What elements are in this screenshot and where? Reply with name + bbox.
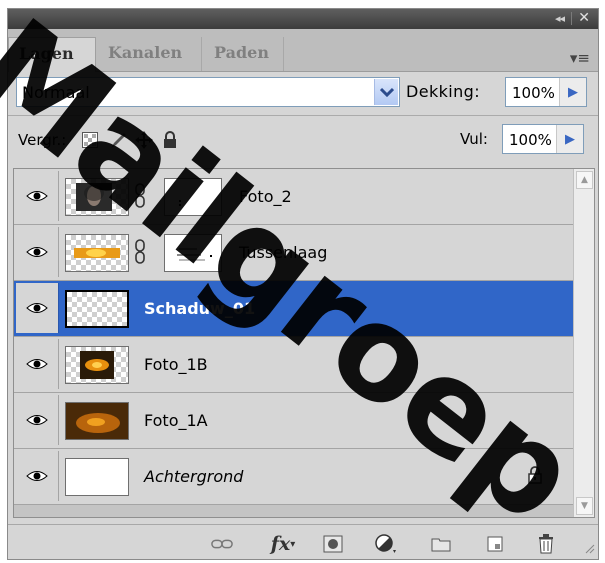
layer-thumbnail (65, 290, 129, 328)
link-layers-icon[interactable] (211, 534, 233, 554)
layer-list: Foto_2 Tussenlaag Schaduw_01 Foto_1B Fot… (13, 168, 595, 518)
mask-link-icon[interactable] (134, 183, 146, 213)
divider (8, 115, 598, 116)
fill-slider-arrow-icon[interactable]: ▶ (556, 125, 583, 153)
lock-transparent-icon[interactable] (80, 130, 100, 150)
tab-bar: Lagen Kanalen Paden ▾≡ (8, 29, 598, 72)
blend-mode-value: Normaal (22, 83, 90, 102)
layer-row-foto-1a[interactable]: Foto_1A (14, 393, 575, 449)
layer-name: Tussenlaag (239, 243, 328, 262)
layer-name: Schaduw_01 (144, 299, 256, 318)
blend-mode-select[interactable]: Normaal (16, 77, 400, 107)
fill-label: Vul: (460, 130, 488, 148)
layer-locked-icon (528, 466, 542, 488)
visibility-eye-icon[interactable] (16, 283, 59, 333)
visibility-eye-icon[interactable] (16, 339, 59, 389)
opacity-value: 100% (512, 84, 555, 102)
collapse-icon[interactable]: ◂◂ (555, 12, 565, 25)
resize-grip-icon[interactable] (585, 539, 595, 558)
fx-icon[interactable]: fx ▾ (266, 533, 300, 555)
layer-row-schaduw-01[interactable]: Schaduw_01 (14, 281, 575, 337)
lock-label: Vergr.: (18, 131, 67, 149)
scroll-down-icon[interactable]: ▼ (576, 497, 593, 515)
layer-row-achtergrond[interactable]: Achtergrond (14, 449, 575, 505)
layer-row-tussenlaag[interactable]: Tussenlaag (14, 225, 575, 281)
layer-thumbnail (65, 458, 129, 496)
add-mask-icon[interactable] (322, 534, 344, 554)
blend-row: Normaal Dekking: 100% ▶ (8, 72, 598, 112)
visibility-eye-icon[interactable] (16, 451, 59, 501)
opacity-label: Dekking: (406, 82, 481, 101)
layer-name: Foto_1A (144, 411, 208, 430)
visibility-eye-icon[interactable] (16, 227, 59, 277)
layer-thumbnail (65, 346, 129, 384)
layer-mask-thumbnail[interactable] (164, 234, 222, 272)
chevron-down-icon[interactable] (374, 79, 398, 105)
lock-all-icon[interactable] (160, 130, 180, 150)
tab-kanalen[interactable]: Kanalen (98, 37, 202, 71)
layer-thumbnail (65, 234, 129, 272)
panel-titlebar: ◂◂ ✕ (8, 9, 598, 29)
new-group-icon[interactable] (430, 534, 452, 554)
visibility-eye-icon[interactable] (16, 395, 59, 445)
layer-row-foto-1b[interactable]: Foto_1B (14, 337, 575, 393)
mask-link-icon[interactable] (134, 239, 146, 269)
layer-name: Foto_1B (144, 355, 208, 374)
layer-thumbnail (65, 402, 129, 440)
close-icon[interactable]: ✕ (578, 10, 590, 26)
lock-row: Vergr.: Vul: 100% ▶ (8, 119, 598, 159)
tab-paden[interactable]: Paden (204, 37, 284, 71)
tab-lagen[interactable]: Lagen (8, 37, 96, 72)
fill-field[interactable]: 100% ▶ (502, 124, 584, 154)
lock-brush-icon[interactable] (108, 130, 128, 150)
lock-move-icon[interactable] (134, 130, 154, 150)
layer-thumbnail (65, 178, 129, 216)
layer-mask-thumbnail[interactable] (164, 178, 222, 216)
opacity-field[interactable]: 100% ▶ (505, 77, 587, 107)
layer-name: Achtergrond (144, 467, 244, 486)
panel-footer: fx ▾ (8, 524, 598, 559)
layer-list-scrollbar[interactable]: ▲ ▼ (573, 169, 594, 517)
layer-name: Foto_2 (239, 187, 292, 206)
fill-value: 100% (509, 131, 552, 149)
titlebar-divider (571, 12, 572, 25)
scroll-up-icon[interactable]: ▲ (576, 171, 593, 189)
delete-layer-icon[interactable] (535, 534, 557, 554)
visibility-eye-icon[interactable] (16, 171, 59, 221)
layer-row-foto-2[interactable]: Foto_2 (14, 169, 575, 225)
new-layer-icon[interactable] (484, 534, 506, 554)
adjustment-layer-icon[interactable] (375, 534, 397, 554)
panel-menu-icon[interactable]: ▾≡ (570, 49, 590, 67)
fx-dropdown-mark: ▾ (290, 538, 296, 550)
layers-panel: ◂◂ ✕ Lagen Kanalen Paden ▾≡ Normaal Dekk… (7, 8, 599, 560)
fx-label: fx (270, 533, 291, 555)
opacity-slider-arrow-icon[interactable]: ▶ (559, 78, 586, 106)
